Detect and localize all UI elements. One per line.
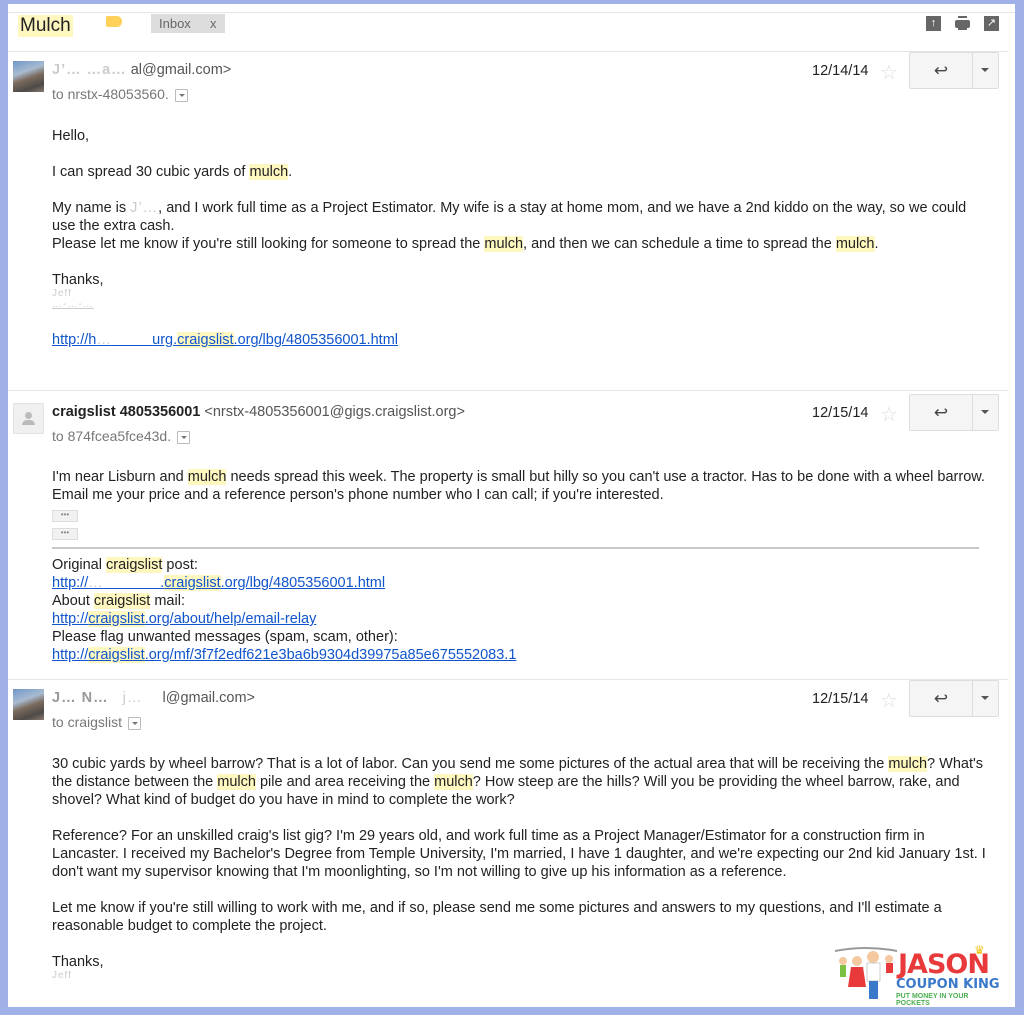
reply-button[interactable]: ↩ [910, 395, 973, 430]
sender-name-redacted: J… N… [52, 690, 109, 706]
recipient-line: to 874fcea5fce43d. [52, 428, 191, 444]
message-date: 12/14/14 [812, 63, 869, 79]
paragraph: Let me know if you're still willing to w… [52, 900, 942, 934]
recipient-text: to nrstx-48053560. [52, 86, 169, 102]
show-details-dropdown-icon[interactable] [177, 430, 191, 444]
divider [8, 12, 1015, 13]
recipient-line: to nrstx-48053560. [52, 86, 188, 102]
divider [8, 679, 1008, 680]
sender-name-redacted: J’… …a… [52, 62, 127, 78]
show-trimmed-content-button[interactable]: ••• [52, 510, 78, 522]
message-date: 12/15/14 [812, 691, 869, 707]
thread-subject: Mulch [18, 15, 73, 37]
email-relay-link[interactable]: http://craigslist.org/about/help/email-r… [52, 610, 992, 628]
family-illustration-icon [834, 947, 898, 999]
footer-text: Original craigslist post: [52, 557, 198, 573]
signoff: Thanks, [52, 272, 104, 288]
show-details-dropdown-icon[interactable] [174, 88, 188, 102]
footer-text: About craigslist mail: [52, 593, 185, 609]
reply-button[interactable]: ↩ [910, 681, 973, 716]
sender-name: craigslist 4805356001 [52, 404, 201, 420]
recipient-text: to 874fcea5fce43d. [52, 428, 172, 444]
craigslist-footer: Original craigslist post: http://… .crai… [52, 556, 992, 664]
reply-button[interactable]: ↩ [910, 53, 973, 88]
reply-icon: ↩ [933, 61, 949, 80]
sender-line[interactable]: J… N… j… l@gmail.com> [52, 690, 255, 706]
divider [52, 547, 979, 549]
paragraph: Reference? For an unskilled craig's list… [52, 828, 986, 880]
thread-toolbar: ↑ ↗ [926, 16, 999, 31]
flag-message-link[interactable]: http://craigslist.org/mf/3f7f2edf621e3ba… [52, 646, 992, 664]
sender-email: <nrstx-4805356001@gigs.craigslist.org> [204, 404, 465, 420]
paragraph: Please let me know if you're still looki… [52, 236, 879, 252]
jason-coupon-king-logo: ♛ JASON COUPON KING PUT MONEY IN YOUR PO… [826, 939, 1002, 1007]
paragraph: I'm near Lisburn and mulch needs spread … [52, 469, 985, 503]
logo-tagline: PUT MONEY IN YOUR POCKETS [896, 993, 969, 1007]
logo-subtitle: COUPON KING [896, 977, 1000, 992]
signature-redacted: Jeff [52, 289, 72, 299]
reply-button-group: ↩ [909, 394, 999, 431]
sender-line[interactable]: craigslist 4805356001 <nrstx-4805356001@… [52, 404, 465, 420]
new-window-icon[interactable]: ↗ [984, 16, 999, 31]
sender-email: l@gmail.com> [162, 690, 255, 706]
sender-email: al@gmail.com> [130, 62, 232, 78]
recipient-text: to craigslist [52, 714, 123, 730]
more-options-dropdown[interactable] [973, 53, 998, 88]
star-icon[interactable]: ☆ [880, 688, 898, 713]
more-options-dropdown[interactable] [973, 681, 998, 716]
inbox-label-chip[interactable]: Inbox x [151, 14, 225, 33]
divider [8, 51, 1008, 52]
paragraph: 30 cubic yards by wheel barrow? That is … [52, 756, 984, 808]
listing-link[interactable]: http://h… urg.craigslist.org/lbg/4805356… [52, 331, 992, 349]
more-options-dropdown[interactable] [973, 395, 998, 430]
reply-button-group: ↩ [909, 680, 999, 717]
paragraph: I can spread 30 cubic yards of mulch. [52, 164, 293, 180]
remove-label-button[interactable]: x [210, 14, 217, 33]
show-details-dropdown-icon[interactable] [128, 716, 142, 730]
star-icon[interactable]: ☆ [880, 60, 898, 85]
important-label-icon[interactable] [106, 16, 122, 27]
email-thread-window: Mulch Inbox x ↑ ↗ J’… …a… al@gmail.com> … [8, 4, 1015, 1007]
show-trimmed-content-button[interactable]: ••• [52, 528, 78, 540]
inbox-label-text: Inbox [159, 16, 191, 31]
reply-icon: ↩ [933, 403, 949, 422]
phone-link-redacted[interactable]: …-…-… [52, 299, 992, 313]
logo-title: JASON [898, 949, 990, 980]
reply-icon: ↩ [933, 689, 949, 708]
message-body: I'm near Lisburn and mulch needs spread … [52, 468, 992, 546]
reply-button-group: ↩ [909, 52, 999, 89]
sender-avatar[interactable] [13, 61, 44, 92]
paragraph: My name is J’…, and I work full time as … [52, 200, 967, 234]
greeting: Hello, [52, 128, 90, 144]
message-date: 12/15/14 [812, 405, 869, 421]
archive-icon[interactable]: ↑ [926, 16, 941, 31]
footer-text: Please flag unwanted messages (spam, sca… [52, 629, 398, 645]
recipient-line: to craigslist [52, 714, 142, 730]
sender-line[interactable]: J’… …a… al@gmail.com> [52, 62, 231, 78]
original-post-link[interactable]: http://… .craigslist.org/lbg/4805356001.… [52, 574, 992, 592]
star-icon[interactable]: ☆ [880, 402, 898, 427]
print-icon[interactable] [955, 16, 970, 31]
default-avatar-icon[interactable] [13, 403, 44, 434]
message-body: Hello, I can spread 30 cubic yards of mu… [52, 127, 992, 349]
sender-avatar[interactable] [13, 689, 44, 720]
divider [8, 390, 1008, 391]
